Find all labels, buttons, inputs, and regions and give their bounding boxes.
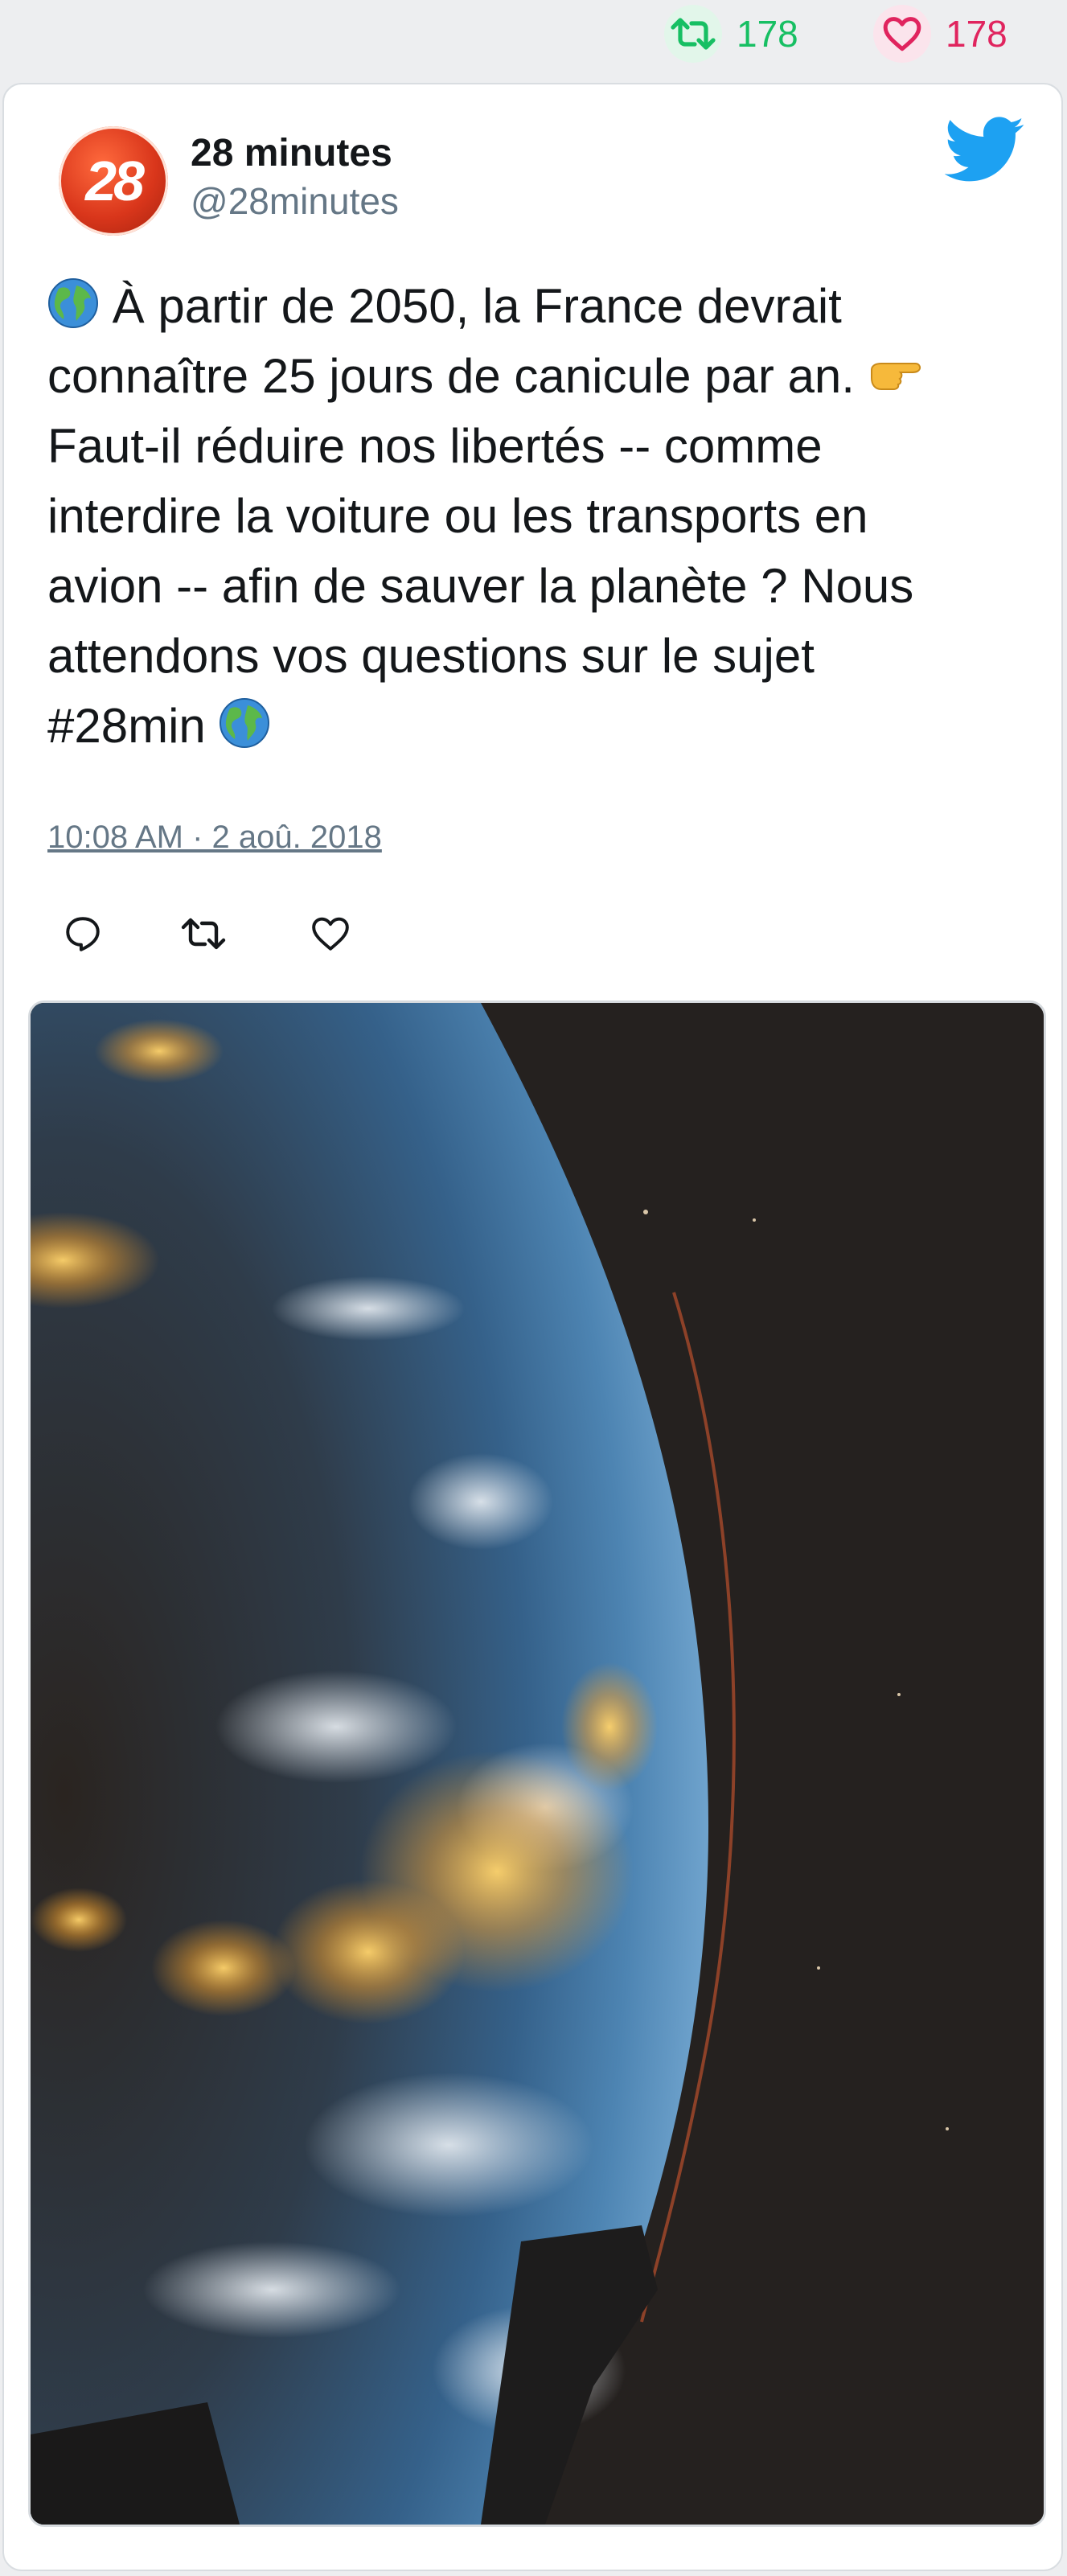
twitter-bird-icon[interactable] — [944, 117, 1025, 183]
retweet-count[interactable]: 178 — [664, 5, 798, 63]
reply-button[interactable] — [57, 908, 109, 959]
like-count[interactable]: 178 — [873, 5, 1007, 63]
tweet-text-line: attendons vos questions sur le sujet — [47, 621, 1028, 691]
tweet-text: À partir de 2050, la France devrait conn… — [47, 271, 1028, 761]
tweet-text-line-6: attendons vos questions sur le sujet — [47, 629, 815, 683]
tweet-text-line: connaître 25 jours de canicule par an. — [47, 341, 1028, 411]
heart-icon — [873, 5, 931, 63]
tweet-media-photo[interactable] — [28, 1000, 1046, 2527]
earth-at-night-image — [31, 1003, 1044, 2525]
reply-icon — [66, 917, 100, 951]
tweet-text-line: interdire la voiture ou les transports e… — [47, 481, 1028, 551]
tweet-text-line-1: À partir de 2050, la France devrait — [112, 279, 842, 333]
tweet-timestamp-link[interactable]: 10:08 AM · 2 aoû. 2018 — [47, 820, 382, 856]
author-handle[interactable]: @28minutes — [191, 179, 399, 223]
avatar[interactable]: 28 — [59, 126, 168, 236]
retweet-count-value: 178 — [737, 13, 798, 55]
retweet-icon — [181, 918, 226, 950]
retweet-icon — [664, 5, 722, 63]
tweet-card: 28 28 minutes @28minutes À partir de 205… — [2, 83, 1063, 2571]
tweet-text-line: avion -- afin de sauver la planète ? Nou… — [47, 551, 1028, 621]
pointing-hand-icon — [870, 363, 921, 390]
tweet-text-line-3: Faut-il réduire nos libertés -- comme — [47, 419, 823, 473]
globe-icon — [48, 278, 98, 328]
tweet-text-line-5: avion -- afin de sauver la planète ? Nou… — [47, 559, 914, 613]
tweet-text-line: #28min — [47, 691, 1028, 761]
hashtag-link[interactable]: #28min — [47, 699, 206, 753]
heart-icon — [312, 917, 349, 951]
like-button[interactable] — [305, 908, 356, 959]
tweet-text-line: Faut-il réduire nos libertés -- comme — [47, 411, 1028, 481]
tweet-text-line-2: connaître 25 jours de canicule par an. — [47, 349, 855, 403]
tweet-stats-bar: 178 178 — [0, 0, 1067, 72]
author-name[interactable]: 28 minutes — [191, 131, 392, 175]
globe-icon — [220, 698, 270, 748]
tweet-text-line: À partir de 2050, la France devrait — [47, 271, 1028, 341]
retweet-button[interactable] — [178, 908, 229, 959]
tweet-text-line-4: interdire la voiture ou les transports e… — [47, 489, 868, 543]
avatar-label: 28 — [85, 150, 145, 212]
like-count-value: 178 — [946, 13, 1007, 55]
